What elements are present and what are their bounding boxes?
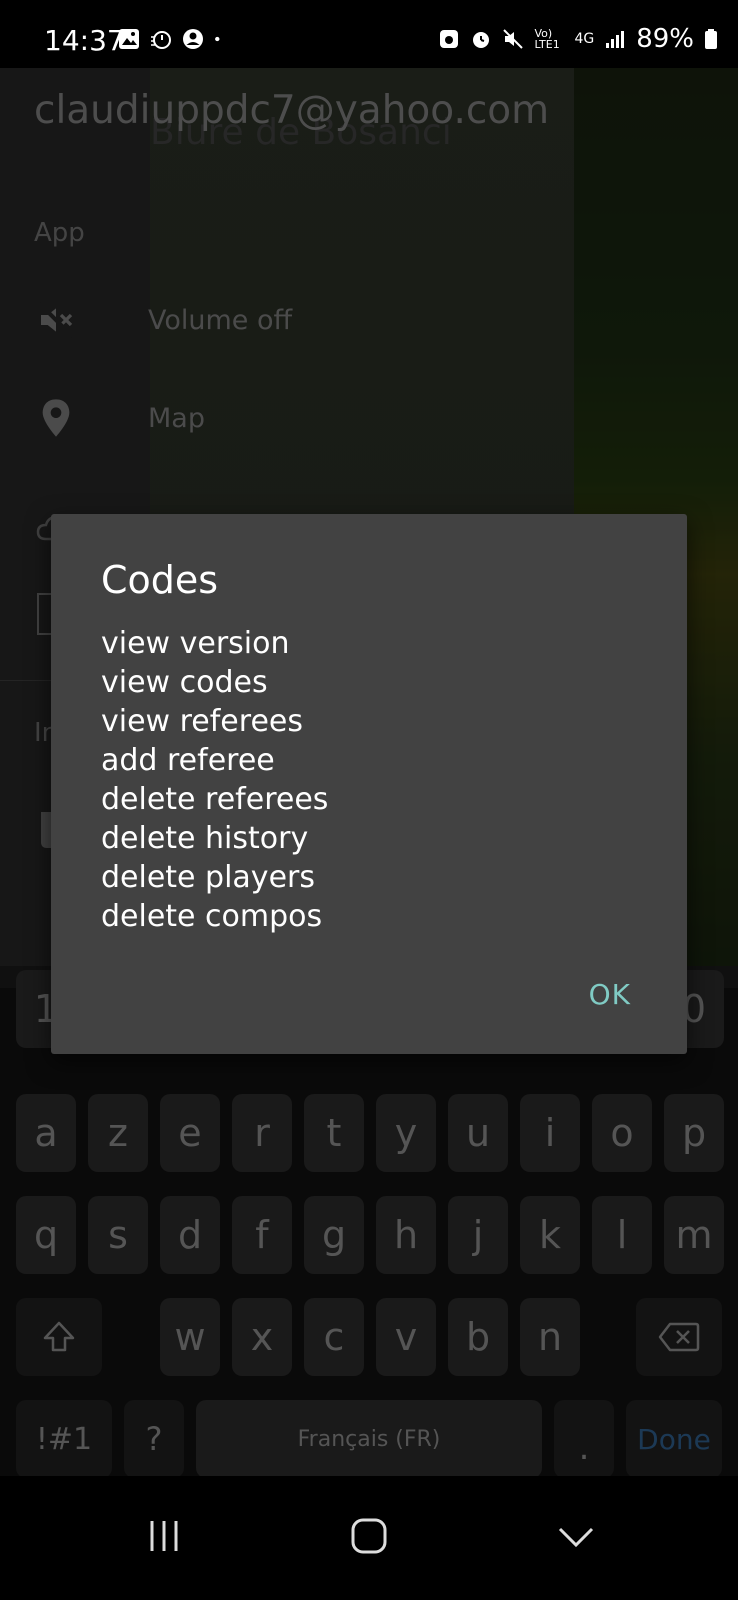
alarm-icon — [473, 32, 490, 48]
dot-icon — [215, 36, 220, 42]
chevron-down-icon — [558, 1527, 594, 1548]
code-line: delete referees — [101, 782, 329, 817]
volte-icon: Vo) LTE1 — [534, 27, 560, 51]
codes-dialog: Codes view version view codes view refer… — [51, 514, 687, 1054]
recent-apps-icon — [150, 1521, 178, 1551]
home-button[interactable] — [339, 1506, 399, 1566]
account-icon — [183, 29, 203, 49]
status-bar: 14:37 Vo) LTE1 4G 89% — [0, 0, 738, 68]
timer-icon — [151, 31, 171, 49]
recent-apps-button[interactable] — [134, 1506, 194, 1566]
dialog-title: Codes — [101, 558, 219, 602]
network-label: 4G — [574, 31, 595, 47]
code-line: delete compos — [101, 899, 323, 934]
home-icon — [351, 1518, 387, 1554]
code-line: delete players — [101, 860, 315, 895]
code-line: add referee — [101, 743, 275, 778]
dialog-message: view version view codes view referees ad… — [101, 624, 328, 936]
mute-icon — [503, 29, 524, 49]
back-button[interactable] — [546, 1506, 606, 1566]
gallery-icon — [119, 29, 139, 49]
battery-percent: 89% — [636, 24, 694, 54]
status-time: 14:37 — [44, 24, 125, 57]
code-line: view referees — [101, 704, 303, 739]
navigation-bar — [0, 1476, 738, 1600]
lock-icon — [440, 30, 459, 48]
code-line: view version — [101, 626, 290, 661]
ok-button[interactable]: OK — [589, 978, 631, 1011]
signal-icon — [606, 31, 625, 48]
code-line: view codes — [101, 665, 268, 700]
code-line: delete history — [101, 821, 309, 856]
battery-icon — [705, 29, 717, 49]
